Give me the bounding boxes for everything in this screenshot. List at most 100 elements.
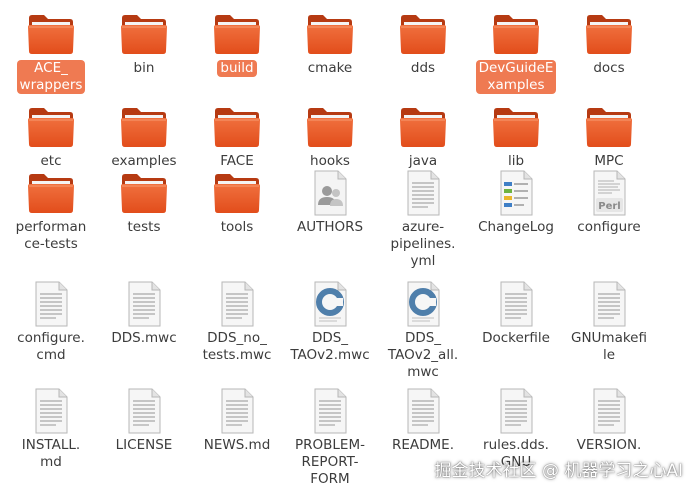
file-label: docs — [593, 60, 625, 76]
file-item[interactable]: README. — [380, 387, 466, 454]
file-label: DevGuideE xamples — [475, 60, 557, 94]
file-item[interactable]: ACE_ wrappers — [8, 10, 94, 94]
file-item[interactable]: configure. cmd — [8, 280, 94, 364]
file-item[interactable]: java — [380, 103, 466, 170]
c-source-icon — [305, 280, 355, 328]
file-label: AUTHORS — [296, 219, 364, 235]
folder-icon — [119, 103, 169, 151]
file-item[interactable]: AUTHORS — [287, 169, 373, 236]
file-label: dds — [410, 60, 436, 76]
file-item[interactable]: DDS_no_ tests.mwc — [194, 280, 280, 364]
file-item[interactable]: tools — [194, 169, 280, 236]
file-item[interactable]: dds — [380, 10, 466, 77]
file-item[interactable]: MPC — [566, 103, 652, 170]
text-document-icon — [119, 280, 169, 328]
folder-icon — [491, 10, 541, 58]
file-label: NEWS.md — [203, 437, 271, 453]
text-document-icon — [584, 280, 634, 328]
file-label: azure- pipelines. yml — [390, 219, 456, 269]
file-item[interactable]: PROBLEM- REPORT- FORM — [287, 387, 373, 488]
file-label: DDS_no_ tests.mwc — [202, 330, 272, 363]
file-item[interactable]: hooks — [287, 103, 373, 170]
folder-icon — [26, 103, 76, 151]
file-item[interactable]: VERSION. — [566, 387, 652, 454]
file-label: cmake — [307, 60, 353, 76]
file-item[interactable]: DevGuideE xamples — [473, 10, 559, 94]
folder-icon — [26, 10, 76, 58]
file-item[interactable]: LICENSE — [101, 387, 187, 454]
folder-icon — [584, 10, 634, 58]
file-item[interactable]: build — [194, 10, 280, 77]
folder-icon — [305, 103, 355, 151]
file-item[interactable]: DDS.mwc — [101, 280, 187, 347]
file-label: VERSION. — [576, 437, 642, 453]
file-label: etc — [40, 153, 62, 169]
file-label: Dockerfile — [482, 330, 550, 346]
file-label: LICENSE — [115, 437, 173, 453]
c-source-icon — [398, 280, 448, 328]
file-label: DDS_ TAOv2_all. mwc — [387, 330, 459, 380]
text-document-icon — [26, 280, 76, 328]
contact-document-icon — [305, 169, 355, 217]
file-item[interactable]: rules.dds. GNU — [473, 387, 559, 471]
file-label: INSTALL. md — [21, 437, 81, 470]
file-item[interactable]: azure- pipelines. yml — [380, 169, 466, 270]
file-item[interactable]: FACE — [194, 103, 280, 170]
text-document-icon — [491, 280, 541, 328]
text-document-icon — [212, 387, 262, 435]
file-label: PROBLEM- REPORT- FORM — [295, 437, 365, 487]
changelog-document-icon — [491, 169, 541, 217]
file-label: tools — [220, 219, 254, 235]
file-item[interactable]: NEWS.md — [194, 387, 280, 454]
file-icon-grid: ACE_ wrappers bin build cmake dds DevGui… — [0, 0, 691, 495]
text-document-icon — [119, 387, 169, 435]
file-label: bin — [133, 60, 155, 76]
file-item[interactable]: examples — [101, 103, 187, 170]
folder-icon — [398, 103, 448, 151]
file-item[interactable]: tests — [101, 169, 187, 236]
text-document-icon — [584, 387, 634, 435]
file-item[interactable]: etc — [8, 103, 94, 170]
file-label: build — [217, 60, 257, 77]
file-label: configure. cmd — [17, 330, 85, 363]
svg-text:Perl: Perl — [598, 201, 620, 212]
file-label: DDS.mwc — [111, 330, 177, 346]
file-item[interactable]: GNUmakefi le — [566, 280, 652, 364]
folder-icon — [119, 169, 169, 217]
file-label: DDS_ TAOv2.mwc — [290, 330, 370, 363]
file-label: performan ce-tests — [15, 219, 87, 252]
perl-script-icon: Perl — [584, 169, 634, 217]
text-document-icon — [26, 387, 76, 435]
file-item[interactable]: DDS_ TAOv2.mwc — [287, 280, 373, 364]
file-item[interactable]: bin — [101, 10, 187, 77]
file-label: examples — [111, 153, 177, 169]
file-label: java — [408, 153, 438, 169]
text-document-icon — [398, 387, 448, 435]
file-label: tests — [127, 219, 161, 235]
file-label: ChangeLog — [478, 219, 554, 235]
file-item[interactable]: DDS_ TAOv2_all. mwc — [380, 280, 466, 381]
file-label: MPC — [594, 153, 624, 169]
text-document-icon — [212, 280, 262, 328]
file-item[interactable]: Perl configure — [566, 169, 652, 236]
folder-icon — [584, 103, 634, 151]
file-item[interactable]: Dockerfile — [473, 280, 559, 347]
file-item[interactable]: INSTALL. md — [8, 387, 94, 471]
folder-icon — [305, 10, 355, 58]
file-label: rules.dds. GNU — [483, 437, 549, 470]
folder-icon — [119, 10, 169, 58]
text-document-icon — [491, 387, 541, 435]
file-item[interactable]: docs — [566, 10, 652, 77]
file-item[interactable]: ChangeLog — [473, 169, 559, 236]
file-item[interactable]: lib — [473, 103, 559, 170]
file-label: hooks — [310, 153, 350, 169]
file-item[interactable]: cmake — [287, 10, 373, 77]
folder-icon — [491, 103, 541, 151]
folder-icon — [398, 10, 448, 58]
file-label: GNUmakefi le — [570, 330, 647, 363]
file-label: lib — [507, 153, 525, 169]
file-item[interactable]: performan ce-tests — [8, 169, 94, 253]
text-document-icon — [305, 387, 355, 435]
folder-icon — [212, 103, 262, 151]
text-document-icon — [398, 169, 448, 217]
